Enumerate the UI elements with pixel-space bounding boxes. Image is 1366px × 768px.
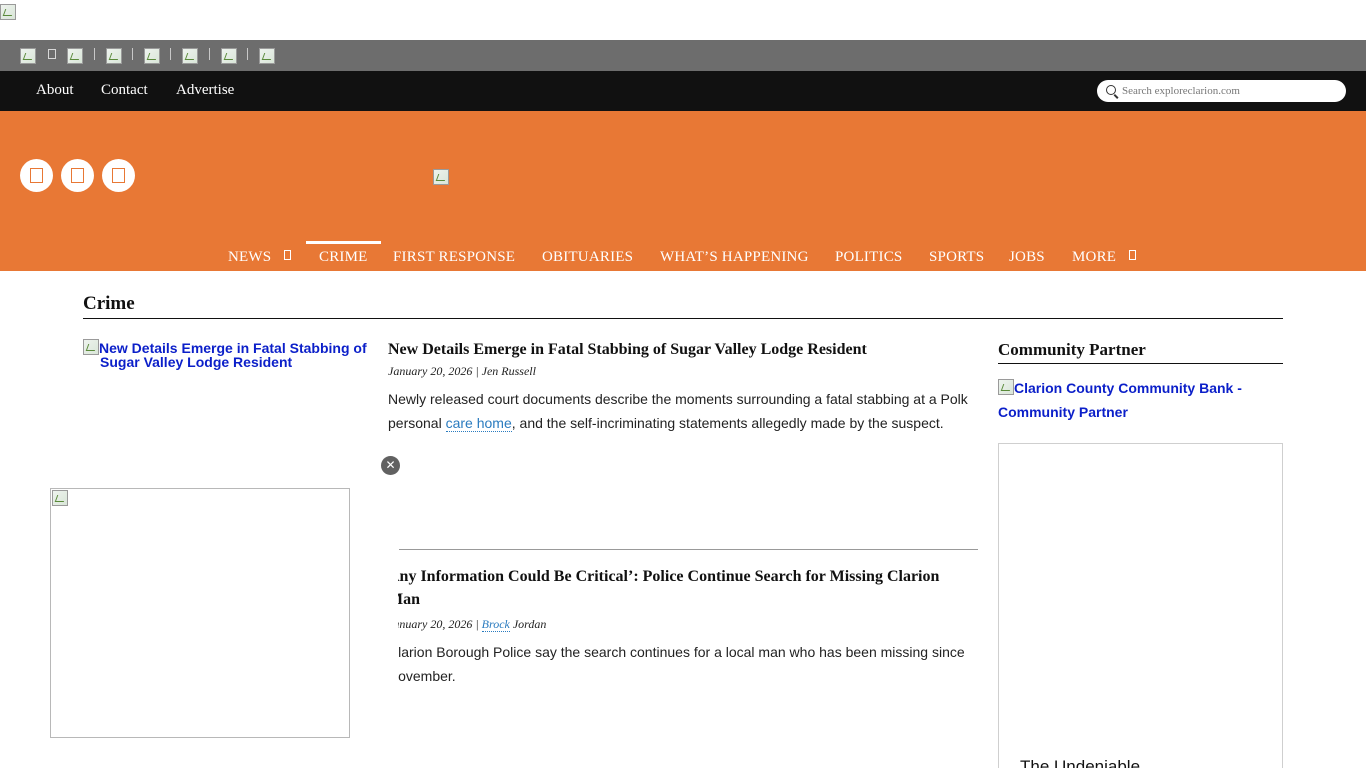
partner-alt-text: Clarion County Community Bank - — [1014, 380, 1242, 396]
article-date: January 20, 2026 — [398, 617, 473, 631]
instagram-icon — [112, 168, 125, 183]
community-partner-link[interactable]: Clarion County Community Bank - Community… — [998, 376, 1283, 424]
social-icon-7[interactable] — [259, 48, 275, 64]
separator — [247, 48, 248, 60]
social-placeholder-icon[interactable] — [48, 49, 56, 59]
broken-image-icon — [998, 379, 1014, 395]
article-meta: January 20, 2026 | Jen Russell — [388, 364, 536, 378]
search-input[interactable] — [1122, 83, 1337, 99]
social-icon-1[interactable] — [20, 48, 36, 64]
facebook-button[interactable] — [20, 159, 53, 192]
article-title-text: Man — [398, 591, 420, 608]
close-ad-button[interactable]: ✕ — [381, 456, 400, 475]
nav-link-contact[interactable]: Contact — [101, 82, 148, 99]
search-box[interactable] — [1097, 80, 1346, 102]
social-icon-6[interactable] — [221, 48, 237, 64]
article-title[interactable]: Any Information Could Be Critical’: Poli… — [398, 565, 978, 611]
broken-image-icon — [52, 490, 68, 506]
nav-item-obituaries[interactable]: OBITUARIES — [542, 249, 633, 266]
nav-item-politics[interactable]: POLITICS — [835, 249, 902, 266]
divider — [83, 318, 1283, 319]
excerpt-text: , and the self-incriminating statements … — [511, 415, 944, 431]
article-item: Any Information Could Be Critical’: Poli… — [398, 565, 988, 695]
chevron-down-icon[interactable] — [1129, 250, 1136, 260]
article-title[interactable]: New Details Emerge in Fatal Stabbing of … — [388, 338, 978, 361]
twitter-icon — [71, 168, 84, 183]
divider — [399, 549, 978, 550]
article-excerpt: Newly released court documents describe … — [388, 387, 978, 435]
social-bar — [0, 40, 1366, 71]
search-icon[interactable] — [1106, 85, 1116, 95]
divider — [998, 363, 1283, 364]
nav-item-crime[interactable]: CRIME — [319, 249, 368, 266]
separator — [132, 48, 133, 60]
article-date: January 20, 2026 — [388, 364, 473, 378]
nav-item-jobs[interactable]: JOBS — [1009, 249, 1045, 266]
excerpt-text: November. — [398, 668, 456, 684]
nav-item-first-response[interactable]: FIRST RESPONSE — [393, 249, 515, 266]
social-icon-2[interactable] — [67, 48, 83, 64]
excerpt-link[interactable]: care home — [445, 415, 512, 432]
nav-item-news[interactable]: NEWS — [228, 249, 271, 266]
twitter-button[interactable] — [61, 159, 94, 192]
nav-item-more[interactable]: MORE — [1072, 249, 1116, 266]
separator — [170, 48, 171, 60]
article-meta: January 20, 2026 | Brock Jordan — [398, 617, 988, 632]
sidebar-title: Community Partner — [998, 340, 1146, 359]
excerpt-text: Clarion Borough Police say the search co… — [398, 644, 965, 660]
chevron-down-icon[interactable] — [284, 250, 291, 260]
nav-link-about[interactable]: About — [36, 82, 74, 99]
sidebar-heading: The Undeniable... — [1020, 757, 1155, 768]
broken-image-icon — [83, 339, 99, 355]
article-title-text: Any Information Could Be Critical’: Poli… — [398, 568, 940, 585]
social-icon-4[interactable] — [144, 48, 160, 64]
article-author: Jordan — [512, 617, 547, 631]
top-banner — [0, 0, 1366, 40]
nav-link-advertise[interactable]: Advertise — [176, 82, 234, 99]
separator — [209, 48, 210, 60]
article-excerpt: Clarion Borough Police say the search co… — [398, 640, 978, 688]
social-icon-5[interactable] — [182, 48, 198, 64]
floating-ad[interactable] — [50, 488, 350, 738]
article-author-link[interactable]: Brock — [481, 617, 510, 632]
article-thumbnail-link[interactable]: New Details Emerge in Fatal Stabbing of … — [83, 339, 373, 369]
nav-item-sports[interactable]: SPORTS — [929, 249, 984, 266]
site-logo[interactable] — [433, 169, 449, 185]
instagram-button[interactable] — [102, 159, 135, 192]
nav-active-indicator — [306, 241, 381, 244]
broken-image-icon — [0, 4, 16, 20]
page-title: Crime — [83, 293, 135, 314]
nav-item-whats-happening[interactable]: WHAT’S HAPPENING — [660, 249, 809, 266]
separator — [94, 48, 95, 60]
thumbnail-alt-text: Sugar Valley Lodge Resident — [100, 354, 293, 370]
masthead — [0, 111, 1366, 271]
facebook-icon — [30, 168, 43, 183]
partner-alt-text: Community Partner — [998, 404, 1128, 420]
social-icon-3[interactable] — [106, 48, 122, 64]
article-author[interactable]: Jen Russell — [482, 364, 536, 378]
sidebar-ad-box[interactable] — [998, 443, 1283, 768]
